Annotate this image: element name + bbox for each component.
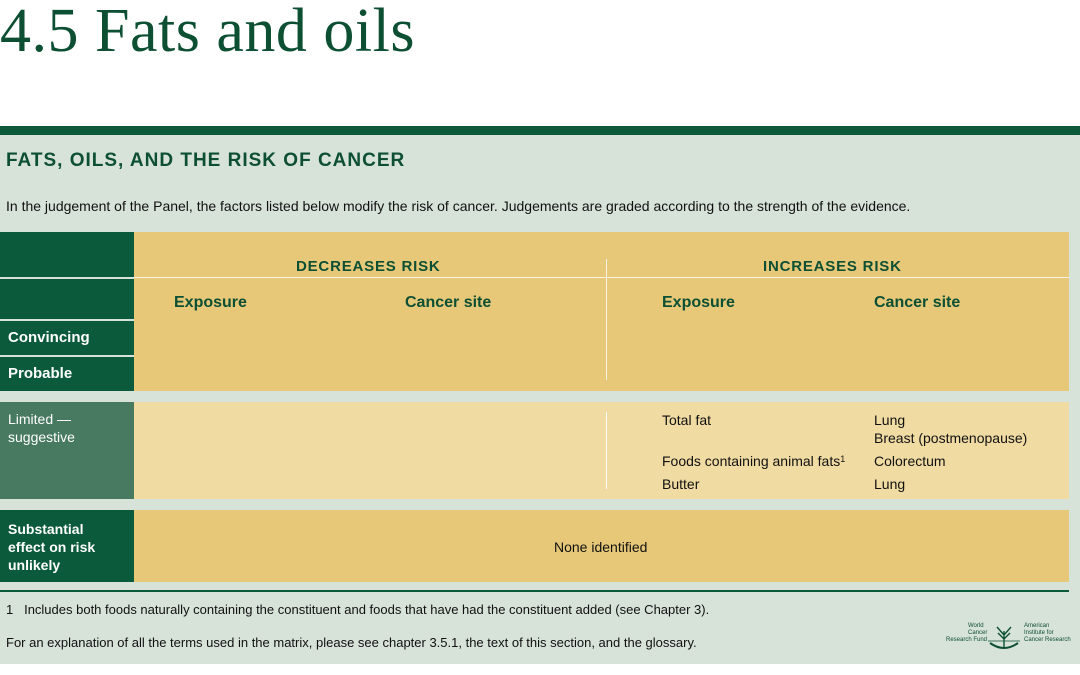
- logo-text-line: Cancer: [968, 630, 988, 636]
- tree-emblem-icon: [988, 626, 1020, 649]
- cancer-site-breast: Breast (postmenopause): [874, 430, 1028, 446]
- increases-exposure-heading: Exposure: [662, 294, 735, 311]
- decreases-exposure-heading: Exposure: [174, 294, 247, 311]
- exposure-animal-fats: Foods containing animal fats1: [662, 452, 845, 470]
- exposure-animal-fats-label: Foods containing animal fats: [662, 453, 841, 469]
- wcrf-aicr-logo: World Cancer Research Fund American Inst…: [944, 621, 1072, 657]
- divider: [0, 355, 134, 357]
- row-limited-suggestive: Total fat Lung Breast (postmenopause) Fo…: [134, 402, 1069, 499]
- row-substantial-effect: None identified: [134, 510, 1069, 582]
- increases-cancer-site-heading: Cancer site: [874, 294, 961, 311]
- cancer-site-lung: Lung: [874, 476, 906, 492]
- footnote-mark: 1: [840, 454, 846, 464]
- matrix-header: DECREASES RISK INCREASES RISK Exposure C…: [134, 232, 1069, 391]
- row-label-limited: Limited — suggestive: [0, 402, 134, 499]
- divider: [134, 277, 1069, 278]
- logo-text-line: American: [1024, 623, 1050, 629]
- row-label-limited-line1: Limited —: [8, 411, 72, 427]
- logo-text-line: World: [968, 623, 984, 629]
- row-label-substantial-line1: Substantial: [8, 521, 84, 537]
- row-label-substantial-line2: effect on risk: [8, 539, 96, 555]
- explanation-note: For an explanation of all the terms used…: [6, 635, 697, 650]
- row-label-limited-line2: suggestive: [8, 429, 75, 445]
- row-label-substantial-line3: unlikely: [8, 557, 61, 573]
- panel-intro: In the judgement of the Panel, the facto…: [6, 198, 911, 214]
- exposure-total-fat: Total fat: [662, 412, 712, 428]
- panel-heading: FATS, OILS, AND THE RISK OF CANCER: [6, 150, 406, 171]
- logo-text-line: Cancer Research: [1024, 637, 1071, 643]
- divider: [606, 412, 607, 489]
- row-label-substantial: Substantial effect on risk unlikely: [0, 510, 134, 582]
- none-identified-text: None identified: [554, 539, 648, 555]
- evidence-panel: FATS, OILS, AND THE RISK OF CANCER In th…: [0, 126, 1080, 664]
- matrix-side-header: Convincing Probable: [0, 232, 134, 391]
- divider: [0, 319, 134, 321]
- logo-text-line: Research Fund: [946, 637, 988, 643]
- cancer-site-lung: Lung: [874, 412, 906, 428]
- increases-risk-heading: INCREASES RISK: [763, 258, 902, 275]
- row-label-probable: Probable: [8, 365, 73, 382]
- divider: [606, 259, 607, 380]
- decreases-risk-heading: DECREASES RISK: [296, 258, 441, 275]
- footnote: 1 Includes both foods naturally containi…: [6, 602, 709, 617]
- footnote-text: Includes both foods naturally containing…: [24, 602, 710, 617]
- row-label-convincing: Convincing: [8, 329, 90, 346]
- decreases-cancer-site-heading: Cancer site: [405, 294, 492, 311]
- exposure-butter: Butter: [662, 476, 700, 492]
- page-title: 4.5 Fats and oils: [0, 0, 415, 65]
- divider: [0, 277, 134, 279]
- divider: [0, 590, 1069, 592]
- footnote-number: 1: [6, 602, 14, 617]
- cancer-site-colorectum: Colorectum: [874, 453, 946, 469]
- logo-text-line: Institute for: [1024, 630, 1054, 636]
